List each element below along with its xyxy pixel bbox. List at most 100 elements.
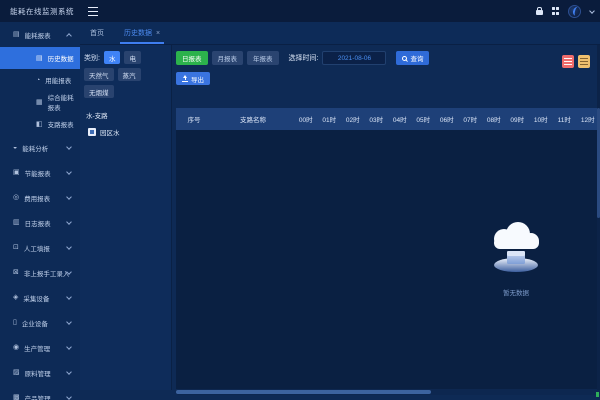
sidebar-nav: ▤ 能耗报表 ▤ 历史数据 ◔ 用能报表 ▦ 综合能耗报表 ◧ 支路报表 ◒ 能… (0, 22, 80, 400)
sidebar-item-icon: ◈ (13, 294, 18, 301)
user-avatar[interactable] (568, 5, 581, 18)
sidebar-item[interactable]: ▯ 企业设备 (0, 310, 80, 335)
table-column-header[interactable]: 06时 (435, 108, 459, 130)
search-button[interactable]: 查询 (396, 51, 429, 65)
tab[interactable]: 历史数据 × (114, 22, 170, 44)
export-upload-icon (182, 75, 188, 82)
sidebar-item-caret-icon (66, 294, 72, 300)
date-input[interactable] (322, 51, 386, 65)
sidebar-item[interactable]: ◧ 支路报表 (0, 113, 80, 135)
sidebar-item-caret-icon (66, 319, 72, 325)
app-title: 能耗在线监测系统 (10, 6, 74, 17)
apps-grid-icon[interactable] (552, 7, 560, 15)
sidebar-item[interactable]: ◒ 能耗分析 (0, 135, 80, 160)
sidebar-item-icon: ◔ (36, 77, 40, 84)
sidebar-item-icon: ▤ (36, 55, 43, 62)
sidebar-item-icon: ⊡ (13, 244, 19, 251)
sidebar-item-label: 生产管理 (24, 343, 50, 353)
user-menu-chevron-down-icon[interactable] (589, 8, 595, 14)
category-button-label: 天然气 (89, 70, 109, 80)
orange-action-button[interactable] (578, 55, 590, 68)
sidebar-item-label: 用能报表 (45, 75, 71, 85)
table-column-header[interactable]: 03时 (365, 108, 389, 130)
data-table: 序号 支路名称 00时 01时 02时 03时 04时 05时 06时 (176, 108, 600, 389)
category-button-label: 电 (129, 53, 136, 63)
sidebar-item-label: 企业设备 (22, 318, 48, 328)
column-header-label: 01时 (322, 114, 336, 124)
sidebar-item[interactable]: ▣ 节能报表 (0, 160, 80, 185)
table-column-header[interactable]: 02时 (341, 108, 365, 130)
sidebar-item[interactable]: ⊡ 人工填报 (0, 235, 80, 260)
tab[interactable]: 首页 (80, 22, 114, 44)
sidebar-item[interactable]: ▦ 综合能耗报表 (0, 91, 80, 113)
sidebar-item[interactable]: ▨ 原料管理 (0, 360, 80, 385)
sidebar-item[interactable]: ◔ 用能报表 (0, 69, 80, 91)
table-column-header[interactable]: 09时 (506, 108, 530, 130)
category-button[interactable]: 无烟煤 (84, 85, 114, 98)
sidebar-item-caret-icon (66, 269, 72, 275)
sidebar-item-icon: ▩ (13, 394, 20, 400)
hamburger-menu-icon[interactable] (88, 4, 99, 17)
category-button[interactable]: 蒸汽 (118, 68, 141, 81)
horizontal-scrollbar-thumb[interactable] (176, 390, 431, 394)
table-column-header[interactable]: 10时 (529, 108, 553, 130)
table-column-header[interactable]: 12时 (576, 108, 600, 130)
category-filter-row: 类别: 水 电 天然气 蒸汽 无烟煤 (84, 51, 167, 98)
sidebar-item[interactable]: ◈ 采集设备 (0, 285, 80, 310)
export-toolbar: 导出 (176, 72, 210, 85)
table-column-header[interactable]: 08时 (482, 108, 506, 130)
sidebar-item-caret-icon (66, 33, 72, 39)
column-header-label: 05时 (416, 114, 430, 124)
sidebar-item[interactable]: ▥ 日志报表 (0, 210, 80, 235)
table-column-header[interactable]: 01时 (318, 108, 342, 130)
category-button[interactable]: 电 (124, 51, 141, 64)
tree-item[interactable]: 园区水 (88, 127, 167, 137)
category-button[interactable]: 天然气 (84, 68, 114, 81)
sidebar-item[interactable]: ◉ 生产管理 (0, 335, 80, 360)
sidebar-item[interactable]: ▤ 能耗报表 (0, 22, 80, 47)
table-column-header[interactable]: 04时 (388, 108, 412, 130)
column-header-label: 06时 (440, 114, 454, 124)
sidebar-item[interactable]: ◎ 费用报表 (0, 185, 80, 210)
sidebar-item-icon: ◒ (13, 144, 17, 151)
category-label: 类别: (84, 53, 100, 63)
empty-state-text: 暂无数据 (476, 287, 556, 297)
table-column-header[interactable]: 05时 (412, 108, 436, 130)
empty-state-illustration (476, 220, 556, 280)
sidebar-item-caret-icon (66, 194, 72, 200)
tab-close-icon[interactable]: × (156, 30, 160, 37)
export-button-label: 导出 (191, 74, 204, 84)
time-select-label: 选择时间: (289, 53, 319, 63)
report-type-label: 日报表 (182, 53, 202, 63)
column-header-label: 00时 (299, 114, 313, 124)
search-icon (402, 56, 407, 61)
table-column-header[interactable]: 00时 (294, 108, 318, 130)
table-column-header[interactable]: 11时 (553, 108, 577, 130)
report-toolbar: 日报表 月报表 年报表 选择时间: 查询 (176, 51, 429, 65)
export-button[interactable]: 导出 (176, 72, 210, 85)
report-type-label: 月报表 (218, 53, 238, 63)
sidebar-item-label: 产品管理 (25, 393, 51, 400)
sidebar-item[interactable]: ▤ 历史数据 (0, 47, 80, 69)
report-type-button[interactable]: 日报表 (176, 51, 208, 65)
sidebar-item-caret-icon (66, 344, 72, 350)
table-column-header[interactable]: 07时 (459, 108, 483, 130)
category-button-label: 水 (109, 53, 116, 63)
tree-title: 水-支路 (86, 110, 167, 120)
horizontal-scrollbar[interactable] (176, 389, 600, 395)
sidebar-item-caret-icon (66, 219, 72, 225)
column-header-label: 03时 (369, 114, 383, 124)
lock-icon[interactable] (536, 10, 543, 15)
category-button-label: 蒸汽 (123, 70, 136, 80)
category-button[interactable]: 水 (104, 51, 121, 64)
report-type-button[interactable]: 年报表 (247, 51, 279, 65)
table-column-header[interactable]: 支路名称 (212, 108, 294, 130)
sidebar-item-label: 费用报表 (24, 193, 50, 203)
table-column-header[interactable]: 序号 (176, 108, 212, 130)
sidebar-item-caret-icon (66, 169, 72, 175)
red-action-button[interactable] (562, 55, 574, 68)
sidebar-item[interactable]: ▩ 产品管理 (0, 385, 80, 400)
sidebar-item[interactable]: ⊠ 非上报手工录入 (0, 260, 80, 285)
sidebar-item-label: 日志报表 (25, 218, 51, 228)
report-type-button[interactable]: 月报表 (212, 51, 244, 65)
